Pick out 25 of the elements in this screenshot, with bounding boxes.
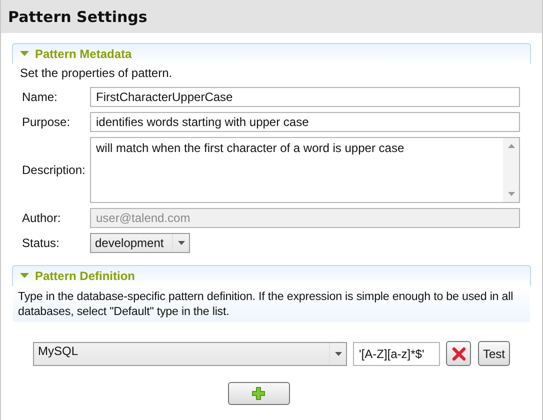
scroll-up-icon [508,144,514,148]
input-field: user@talend.com [90,208,520,228]
status-dropdown[interactable]: development [90,233,190,253]
database-dropdown[interactable]: MySQL [33,342,347,366]
delete-button[interactable] [446,341,471,366]
dropdown-arrow-icon [334,352,342,356]
input-field[interactable]: identifies words starting with upper case [90,112,520,132]
expression-field[interactable]: '[A-Z][a-z]*$' [353,342,440,366]
delete-icon [452,346,466,360]
field-label: Status: [22,236,60,250]
dropdown-arrow-icon [178,241,184,245]
scrollbar[interactable] [503,138,519,202]
section-description: Set the properties of pattern. [19,65,174,82]
add-button[interactable] [228,382,290,405]
field-label: Description: [22,163,86,177]
scroll-down-icon [508,192,514,196]
collapse-triangle-icon [20,273,29,279]
test-button[interactable]: Test [478,341,510,366]
input-field[interactable]: FirstCharacterUpperCase [90,87,520,107]
collapse-triangle-icon [20,51,29,57]
field-label: Name: [22,90,58,104]
plus-icon [252,387,265,400]
field-label: Author: [22,211,62,225]
field-label: Purpose: [22,115,72,129]
page-title: Pattern Settings [8,8,148,26]
